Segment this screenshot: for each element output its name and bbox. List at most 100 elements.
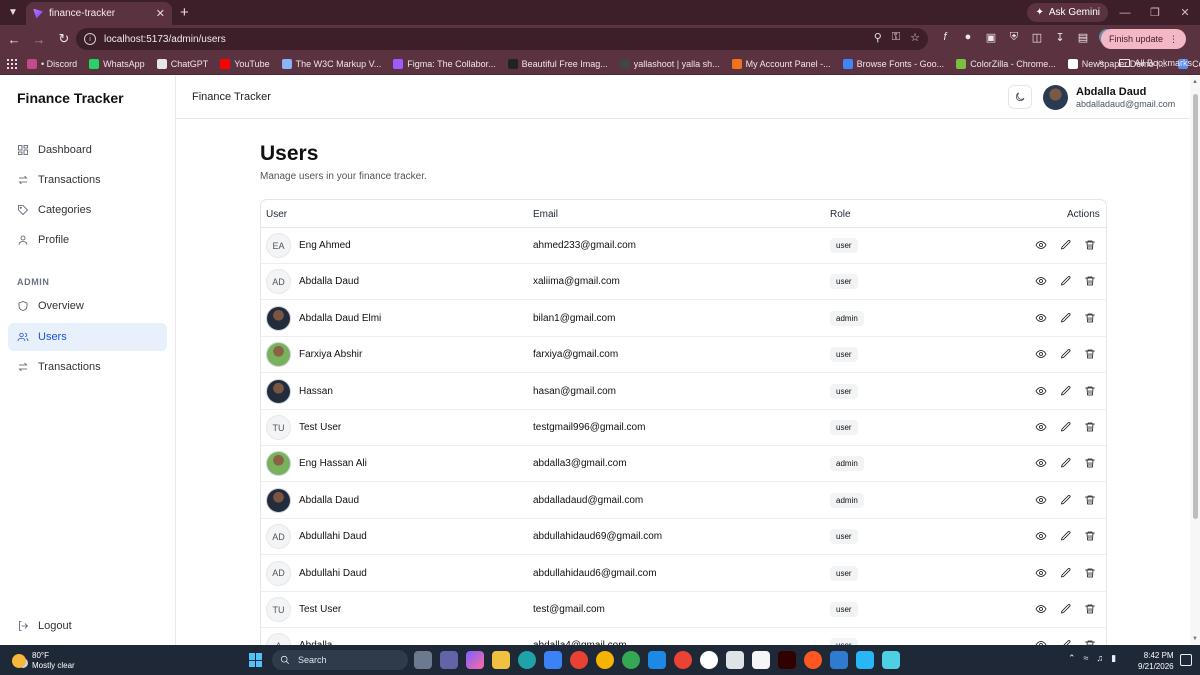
- paint-icon[interactable]: [856, 651, 874, 669]
- github-desktop-icon[interactable]: [700, 651, 718, 669]
- chrome-profile-icon[interactable]: [596, 651, 614, 669]
- scroll-down-icon[interactable]: ▼: [1192, 636, 1198, 642]
- taskbar-search[interactable]: Search: [272, 650, 408, 670]
- view-user-button[interactable]: [1034, 529, 1048, 543]
- sidebar-item-profile[interactable]: Profile: [8, 226, 167, 254]
- view-user-button[interactable]: [1034, 456, 1048, 470]
- sidebar-item-admin-transactions[interactable]: Transactions: [8, 353, 167, 381]
- apps-grid-icon[interactable]: [7, 58, 17, 69]
- view-user-button[interactable]: [1034, 274, 1048, 288]
- sidebar-item-categories[interactable]: Categories: [8, 196, 167, 224]
- bookmark-item[interactable]: My Account Panel -...: [731, 58, 831, 69]
- view-user-button[interactable]: [1034, 384, 1048, 398]
- notepad-icon[interactable]: [882, 651, 900, 669]
- minimize-icon[interactable]: —: [1110, 0, 1140, 25]
- store-icon[interactable]: [544, 651, 562, 669]
- bookmark-item[interactable]: yallashoot | yalla sh...: [619, 58, 720, 69]
- edit-user-button[interactable]: [1059, 274, 1073, 288]
- browser-tab[interactable]: finance-tracker ✕: [26, 2, 172, 25]
- edit-user-button[interactable]: [1059, 347, 1073, 361]
- theme-toggle-button[interactable]: [1008, 85, 1032, 109]
- bookmark-item[interactable]: Figma: The Collabor...: [393, 58, 496, 69]
- finish-update-button[interactable]: Finish update ⋮: [1100, 29, 1186, 49]
- bookmark-item[interactable]: Beautiful Free Imag...: [507, 58, 608, 69]
- bookmark-item[interactable]: ChatGPT: [156, 58, 208, 69]
- bookmark-star-icon[interactable]: ☆: [910, 31, 920, 44]
- reload-icon[interactable]: ↻: [53, 28, 75, 50]
- view-user-button[interactable]: [1034, 238, 1048, 252]
- view-user-button[interactable]: [1034, 420, 1048, 434]
- weather-widget[interactable]: 80°F Mostly clear: [12, 651, 75, 671]
- fonts-extension-icon[interactable]: f: [938, 30, 952, 44]
- scroll-up-icon[interactable]: ▲: [1192, 79, 1198, 85]
- tray-chevron-icon[interactable]: ⌃: [1068, 653, 1076, 664]
- close-window-icon[interactable]: ✕: [1170, 0, 1200, 25]
- restore-icon[interactable]: ❐: [1140, 0, 1170, 25]
- taskbar-clock[interactable]: 8:42 PM 9/21/2026: [1138, 650, 1174, 672]
- wifi-icon[interactable]: ≈: [1084, 653, 1089, 664]
- view-user-button[interactable]: [1034, 566, 1048, 580]
- sidebar-item-overview[interactable]: Overview: [8, 292, 167, 320]
- illustrator-icon[interactable]: [778, 651, 796, 669]
- edit-user-button[interactable]: [1059, 420, 1073, 434]
- bookmark-item[interactable]: ColorZilla - Chrome...: [956, 58, 1056, 69]
- view-user-button[interactable]: [1034, 493, 1048, 507]
- edge-icon[interactable]: [518, 651, 536, 669]
- windows-start-icon[interactable]: [249, 653, 263, 667]
- puzzle-extensions-icon[interactable]: ◫: [1030, 30, 1044, 44]
- task-view-icon[interactable]: [414, 651, 432, 669]
- split-view-icon[interactable]: ▤: [1076, 30, 1090, 44]
- sidebar-item-transactions[interactable]: Transactions: [8, 166, 167, 194]
- delete-user-button[interactable]: [1083, 347, 1097, 361]
- view-user-button[interactable]: [1034, 602, 1048, 616]
- view-user-button[interactable]: [1034, 311, 1048, 325]
- postman-icon[interactable]: [804, 651, 822, 669]
- edit-user-button[interactable]: [1059, 529, 1073, 543]
- header-user-avatar[interactable]: [1043, 85, 1068, 110]
- site-info-icon[interactable]: i: [84, 33, 96, 45]
- bookmark-item[interactable]: The W3C Markup V...: [281, 58, 381, 69]
- bookmark-item[interactable]: • Discord: [27, 58, 77, 69]
- extension-icon[interactable]: ●: [961, 30, 975, 44]
- password-key-icon[interactable]: ⚿: [892, 31, 900, 44]
- close-tab-icon[interactable]: ✕: [156, 7, 165, 20]
- delete-user-button[interactable]: [1083, 602, 1097, 616]
- delete-user-button[interactable]: [1083, 311, 1097, 325]
- delete-user-button[interactable]: [1083, 529, 1097, 543]
- edit-user-button[interactable]: [1059, 493, 1073, 507]
- chrome-alt-icon[interactable]: [622, 651, 640, 669]
- edit-user-button[interactable]: [1059, 238, 1073, 252]
- edit-user-button[interactable]: [1059, 384, 1073, 398]
- chrome-dev-icon[interactable]: [674, 651, 692, 669]
- download-icon[interactable]: ↧: [1053, 30, 1067, 44]
- notion-icon[interactable]: [752, 651, 770, 669]
- forward-icon[interactable]: →: [28, 28, 50, 50]
- bookmark-item[interactable]: Browse Fonts - Goo...: [842, 58, 944, 69]
- new-tab-icon[interactable]: +: [180, 5, 189, 20]
- file-explorer-icon[interactable]: [492, 651, 510, 669]
- chrome-icon[interactable]: [570, 651, 588, 669]
- zoom-icon[interactable]: ⚲: [874, 31, 882, 44]
- edit-user-button[interactable]: [1059, 456, 1073, 470]
- battery-icon[interactable]: ▮: [1111, 653, 1116, 664]
- vscode-icon[interactable]: [648, 651, 666, 669]
- volume-icon[interactable]: ♫: [1097, 653, 1104, 664]
- bookmark-item[interactable]: YouTube: [220, 58, 270, 69]
- delete-user-button[interactable]: [1083, 238, 1097, 252]
- scroll-thumb[interactable]: [1193, 94, 1198, 519]
- teams-icon[interactable]: [440, 651, 458, 669]
- delete-user-button[interactable]: [1083, 384, 1097, 398]
- screen-extension-icon[interactable]: ▣: [984, 30, 998, 44]
- mail-icon[interactable]: [830, 651, 848, 669]
- delete-user-button[interactable]: [1083, 420, 1097, 434]
- back-icon[interactable]: ←: [3, 28, 25, 50]
- notification-icon[interactable]: [1180, 654, 1192, 666]
- sidebar-item-users[interactable]: Users: [8, 323, 167, 351]
- logout-button[interactable]: Logout: [8, 612, 167, 640]
- edit-user-button[interactable]: [1059, 602, 1073, 616]
- shield-extension-icon[interactable]: ⛨: [1007, 30, 1021, 44]
- edit-user-button[interactable]: [1059, 566, 1073, 580]
- more-bookmarks-icon[interactable]: »: [1098, 57, 1104, 68]
- tab-search-chevron-icon[interactable]: ▼: [2, 2, 24, 24]
- screen-capture-icon[interactable]: [726, 651, 744, 669]
